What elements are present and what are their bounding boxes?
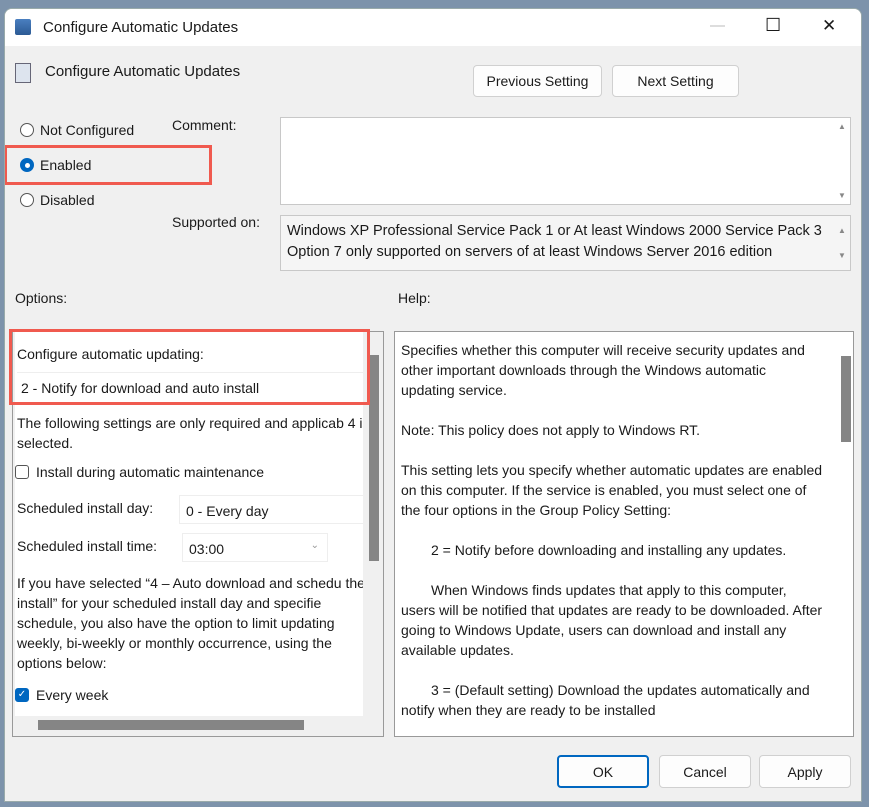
help-paragraph: This setting lets you specify whether au… — [401, 462, 823, 518]
supported-line: Windows XP Professional Service Pack 1 o… — [287, 223, 822, 239]
scroll-down-icon[interactable]: ▼ — [836, 191, 848, 200]
options-info: If you have selected “4 – Auto download … — [17, 575, 363, 671]
install-time-select[interactable]: 03:00 ⌄ — [182, 533, 328, 562]
install-maintenance-checkbox[interactable]: Install during automatic maintenance — [15, 464, 264, 480]
highlight-box — [5, 145, 212, 185]
policy-title: Configure Automatic Updates — [45, 63, 241, 80]
help-paragraph: 2 = Notify before downloading and instal… — [431, 542, 787, 558]
supported-line: Option 7 only supported on servers of at… — [287, 244, 773, 260]
maximize-button[interactable]: ☐ — [765, 15, 781, 36]
radio-label: Disabled — [40, 192, 95, 208]
options-label: Options: — [15, 290, 68, 306]
radio-label: Not Configured — [40, 122, 135, 138]
radio-circle[interactable] — [20, 123, 34, 137]
checkmark-icon[interactable]: ✓ — [15, 688, 29, 702]
close-button[interactable]: ✕ — [822, 16, 836, 36]
help-panel: Specifies whether this computer will rec… — [394, 331, 854, 737]
dialog-window: Configure Automatic Updates — ☐ ✕ Config… — [4, 8, 862, 802]
help-paragraph: When Windows finds updates that apply to… — [401, 582, 823, 658]
checkbox-label: Every week — [36, 687, 109, 703]
ok-button[interactable]: OK — [557, 755, 649, 788]
supported-on-box: Windows XP Professional Service Pack 1 o… — [280, 215, 851, 271]
chevron-down-icon: ⌄ — [310, 540, 319, 551]
comment-input[interactable]: ▲ ▼ — [280, 117, 851, 205]
apply-button[interactable]: Apply — [759, 755, 851, 788]
help-label: Help: — [398, 290, 431, 306]
supported-on-label: Supported on: — [172, 214, 260, 230]
install-day-select[interactable]: 0 - Every day — [179, 495, 363, 524]
window-title: Configure Automatic Updates — [43, 19, 239, 36]
options-note: The following settings are only required… — [17, 415, 363, 451]
next-setting-button[interactable]: Next Setting — [612, 65, 739, 97]
scroll-up-icon[interactable]: ▲ — [836, 220, 848, 241]
highlight-box — [9, 329, 370, 405]
app-icon — [15, 19, 31, 35]
install-time-value: 03:00 — [189, 541, 225, 557]
help-paragraph: 3 = (Default setting) Download the updat… — [401, 682, 810, 718]
install-time-label: Scheduled install time: — [17, 538, 158, 554]
minimize-button[interactable]: — — [710, 17, 725, 34]
checkbox-label: Install during automatic maintenance — [36, 464, 265, 480]
comment-label: Comment: — [172, 117, 237, 133]
scroll-down-icon[interactable]: ▼ — [836, 245, 848, 266]
radio-circle[interactable] — [20, 193, 34, 207]
radio-not-configured[interactable]: Not Configured — [20, 122, 134, 138]
policy-icon — [15, 63, 31, 83]
help-paragraph: Note: This policy does not apply to Wind… — [401, 422, 701, 438]
title-bar: Configure Automatic Updates — ☐ ✕ — [5, 9, 861, 46]
options-vertical-scrollbar[interactable] — [369, 355, 379, 561]
scroll-up-icon[interactable]: ▲ — [836, 122, 848, 131]
cancel-button[interactable]: Cancel — [659, 755, 751, 788]
help-paragraph: Specifies whether this computer will rec… — [401, 342, 805, 398]
radio-disabled[interactable]: Disabled — [20, 192, 94, 208]
checkbox[interactable] — [15, 465, 29, 479]
previous-setting-button[interactable]: Previous Setting — [473, 65, 602, 97]
options-horizontal-scrollbar[interactable] — [38, 720, 304, 730]
install-day-label: Scheduled install day: — [17, 500, 154, 516]
every-week-checkbox[interactable]: ✓ Every week — [15, 687, 108, 703]
help-scrollbar[interactable] — [841, 356, 851, 442]
